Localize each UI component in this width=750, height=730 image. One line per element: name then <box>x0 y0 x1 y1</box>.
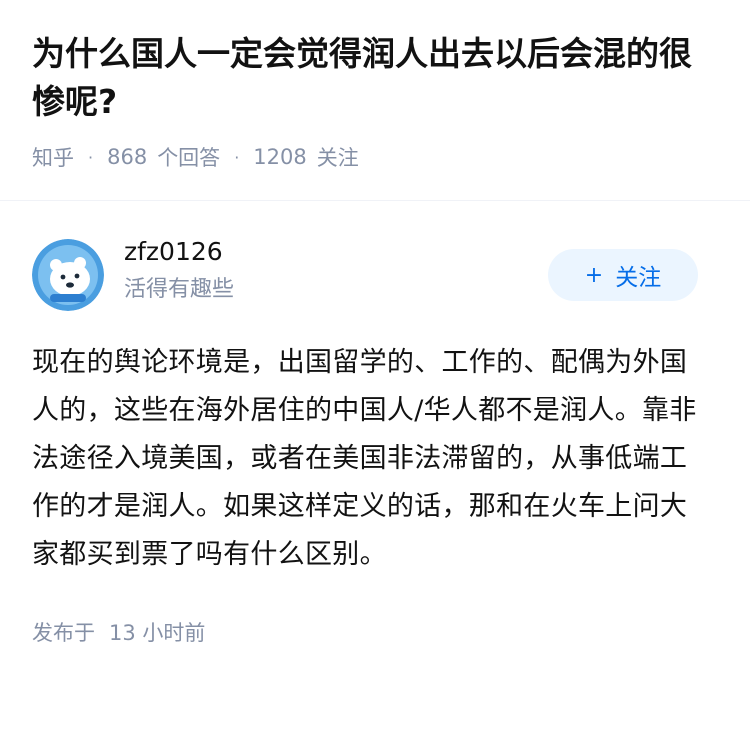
published-label: 发布于 <box>32 621 95 645</box>
follow-button[interactable]: + 关注 <box>548 249 698 301</box>
author-info: zfz0126 活得有趣些 <box>124 235 234 307</box>
author-avatar[interactable] <box>32 239 104 311</box>
answer-count: 868 <box>107 145 148 169</box>
answer-content: 现在的舆论环境是，出国留学的、工作的、配偶为外国人的，这些在海外居住的中国人/华… <box>32 347 697 570</box>
follower-count-label: 关注 <box>316 146 359 170</box>
question-header: 为什么国人一定会觉得润人出去以后会混的很惨呢? 知乎 · 868 个回答 · 1… <box>0 0 750 170</box>
answer-footer: 发布于 13 小时前 <box>32 617 750 647</box>
section-divider <box>0 200 750 201</box>
plus-icon: + <box>584 262 604 288</box>
author-row: zfz0126 活得有趣些 + 关注 <box>0 235 750 335</box>
separator-dot: · <box>88 147 94 167</box>
question-meta: 知乎 · 868 个回答 · 1208 关注 <box>32 140 718 174</box>
follower-count: 1208 <box>253 145 307 169</box>
separator-dot: · <box>234 147 240 167</box>
follow-button-label: 关注 <box>615 265 662 291</box>
author-name[interactable]: zfz0126 <box>124 235 234 269</box>
polar-bear-avatar-icon <box>32 239 104 311</box>
author-bio: 活得有趣些 <box>124 277 235 302</box>
answer-count-label: 个回答 <box>157 146 221 170</box>
published-time: 13 小时前 <box>109 621 206 645</box>
source-label[interactable]: 知乎 <box>32 142 74 172</box>
question-title[interactable]: 为什么国人一定会觉得润人出去以后会混的很惨呢? <box>32 30 722 126</box>
